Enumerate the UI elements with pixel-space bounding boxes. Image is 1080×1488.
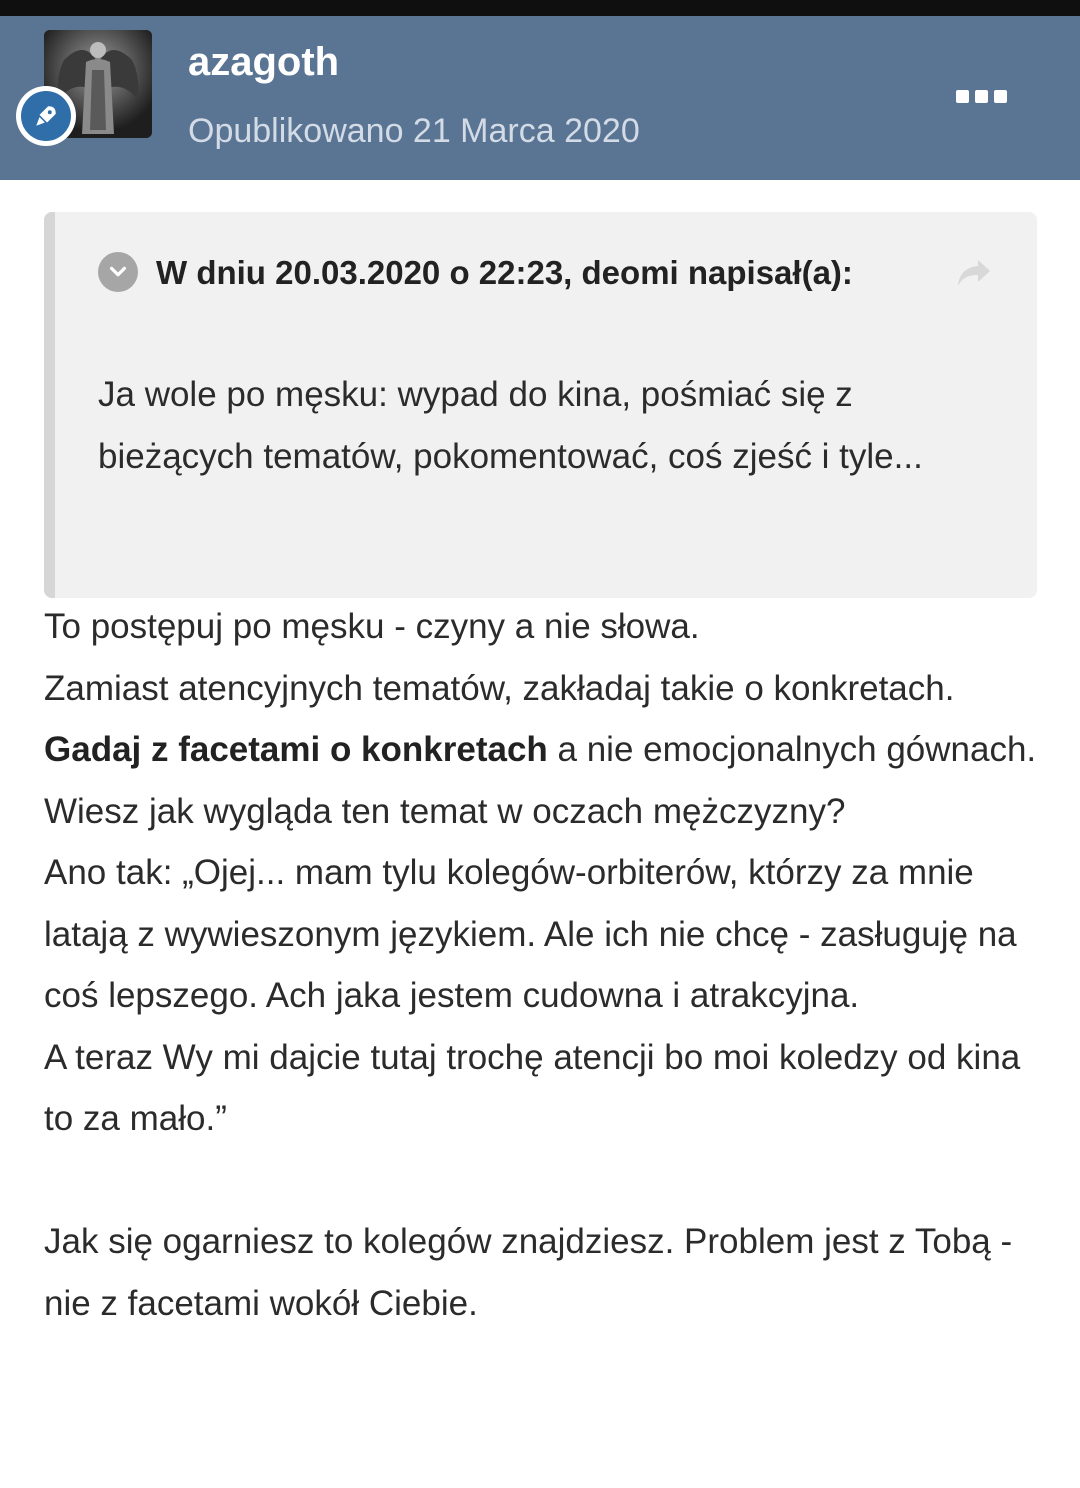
post-paragraph: Jak się ogarniesz to kolegów znajdziesz.…: [44, 1222, 1013, 1323]
post-paragraph: Zamiast atencyjnych tematów, zakładaj ta…: [44, 668, 1037, 770]
rocket-icon: [36, 106, 56, 126]
quote-block: W dniu 20.03.2020 o 22:23, deomi napisał…: [44, 212, 1037, 598]
author-username[interactable]: azagoth: [188, 40, 339, 85]
chevron-down-icon: [109, 266, 127, 277]
quote-share-button[interactable]: [954, 256, 994, 292]
post-paragraph: A teraz Wy mi dajcie tutaj trochę atencj…: [44, 1037, 1021, 1139]
post-content: To postępuj po męsku - czyny a nie słowa…: [44, 596, 1044, 1334]
post-paragraph: To postępuj po męsku - czyny a nie słowa…: [44, 607, 700, 646]
quote-text: Ja wole po męsku: wypad do kina, pośmiać…: [98, 375, 923, 476]
post-paragraph: Ano tak: „Ojej... mam tylu kolegów-orbit…: [44, 853, 1017, 1015]
quote-bar: [44, 212, 55, 598]
post-paragraph: Wiesz jak wygląda ten temat w oczach męż…: [44, 791, 846, 831]
post-date: Opublikowano 21 Marca 2020: [188, 112, 640, 150]
more-dots-icon: [956, 89, 969, 103]
quote-toggle-button[interactable]: [98, 252, 138, 292]
bold-emphasis: Gadaj z facetami o konkretach: [44, 730, 548, 769]
rank-badge: [16, 86, 76, 146]
status-bar: [0, 0, 1080, 16]
post-header: azagoth Opublikowano 21 Marca 2020: [0, 16, 1080, 180]
quote-citation: W dniu 20.03.2020 o 22:23, deomi napisał…: [156, 254, 853, 291]
more-options-button[interactable]: [956, 86, 1010, 106]
share-arrow-icon: [958, 260, 990, 286]
